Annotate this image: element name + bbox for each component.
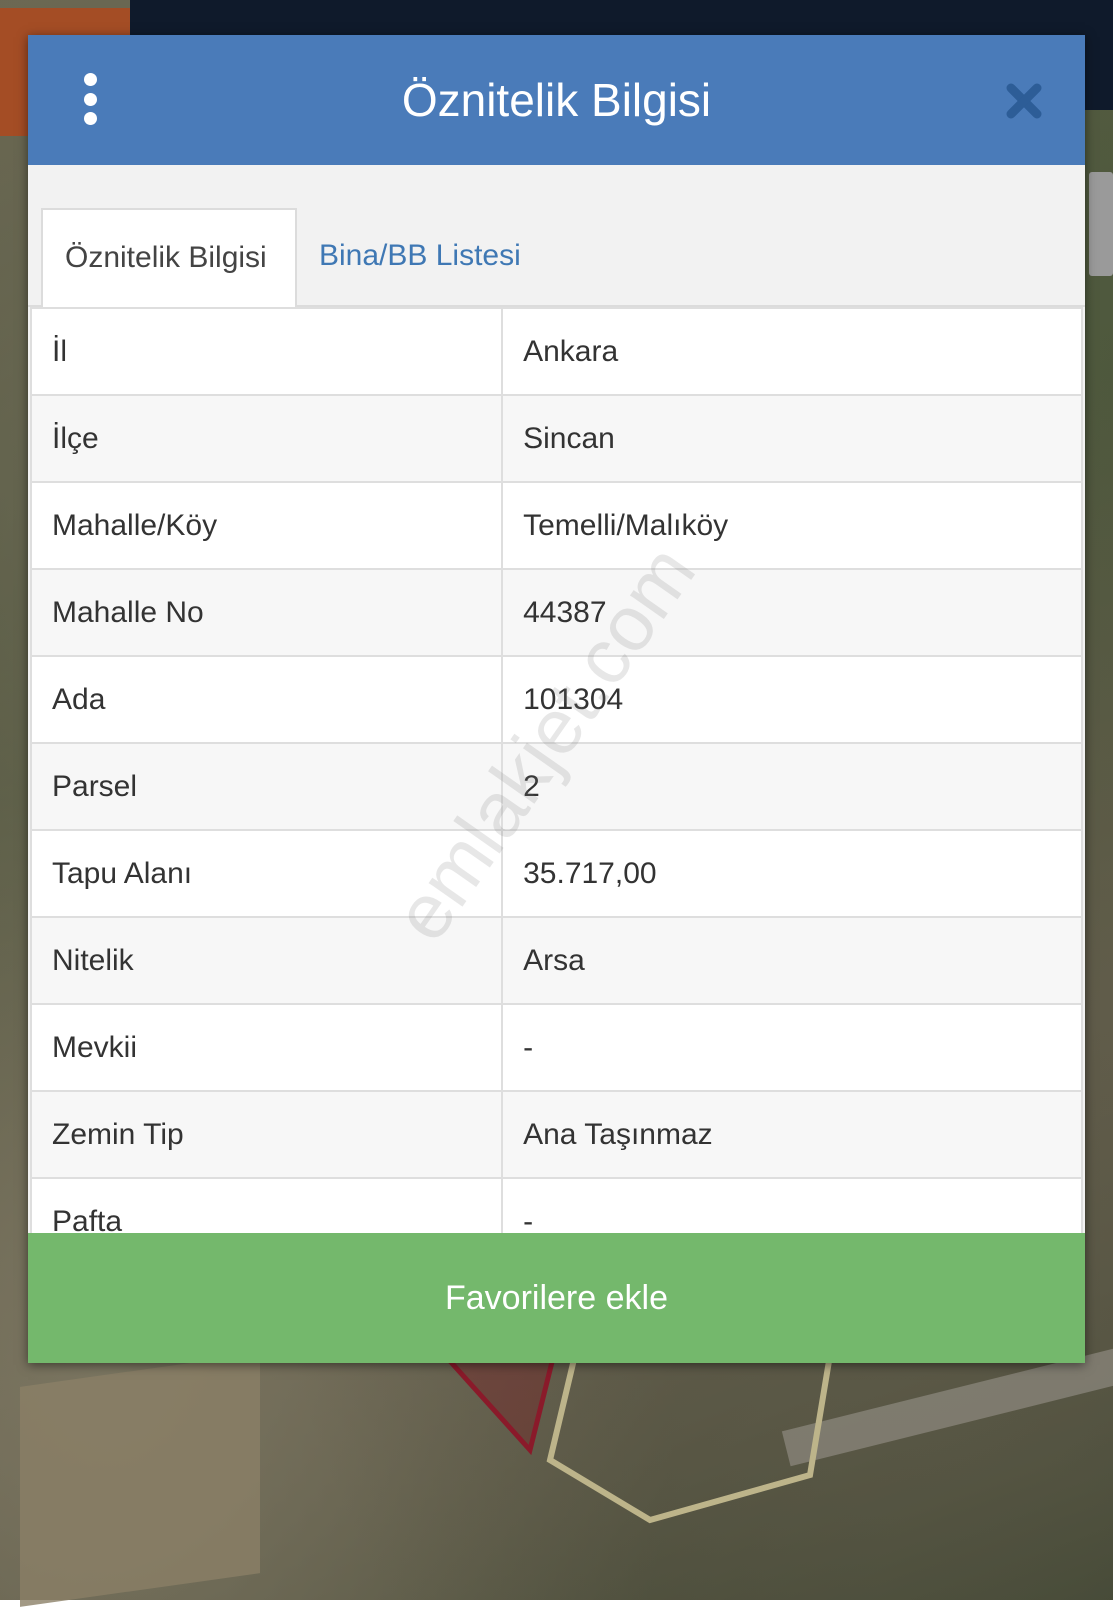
attribute-value: 2 [501,742,1083,831]
attribute-value: Ankara [501,307,1083,396]
dialog-header: Öznitelik Bilgisi [28,35,1085,165]
attribute-key: Mahalle No [29,568,504,657]
dialog-title: Öznitelik Bilgisi [401,74,712,126]
parcel-outline-yellow [546,1352,834,1524]
add-to-favorites-button[interactable]: Favorilere ekle [28,1233,1085,1363]
attribute-value: Ana Taşınmaz [501,1090,1083,1179]
tab-bar: Öznitelik Bilgisi Bina/BB Listesi [28,165,1085,309]
attribute-value: - [501,1003,1083,1092]
attribute-key: Nitelik [29,916,504,1005]
parcel-outline-red [434,1347,559,1456]
attribute-key: İlçe [29,394,504,483]
attribute-value: Temelli/Malıköy [501,481,1083,570]
attribute-value: 35.717,00 [501,829,1083,918]
attribute-key: Mevkii [29,1003,504,1092]
table-row: İl Ankara [29,307,1083,396]
attribute-dialog: Öznitelik Bilgisi Öznitelik Bilgisi Bina… [28,35,1085,1363]
map-scrollbar[interactable] [1089,172,1113,276]
attribute-key: Parsel [29,742,504,831]
table-row: Tapu Alanı 35.717,00 [29,829,1083,918]
attribute-value: Sincan [501,394,1083,483]
table-row: Mahalle No 44387 [29,568,1083,657]
table-row: Parsel 2 [29,742,1083,831]
tab-building-list[interactable]: Bina/BB Listesi [297,208,577,307]
attribute-value: 44387 [501,568,1083,657]
attribute-key: Tapu Alanı [29,829,504,918]
attribute-value: Arsa [501,916,1083,1005]
attribute-key: Mahalle/Köy [29,481,504,570]
table-row: Ada 101304 [29,655,1083,744]
table-row: Nitelik Arsa [29,916,1083,1005]
table-row: Zemin Tip Ana Taşınmaz [29,1090,1083,1179]
attribute-key: İl [29,307,504,396]
attribute-value: 101304 [501,655,1083,744]
attribute-key: Ada [29,655,504,744]
table-row: Mahalle/Köy Temelli/Malıköy [29,481,1083,570]
close-icon[interactable] [1003,80,1045,122]
table-row: İlçe Sincan [29,394,1083,483]
attribute-table: İl Ankara İlçe Sincan Mahalle/Köy Temell… [29,307,1083,1266]
table-row: Mevkii - [29,1003,1083,1092]
tab-attribute-info[interactable]: Öznitelik Bilgisi [41,208,297,309]
attribute-key: Zemin Tip [29,1090,504,1179]
